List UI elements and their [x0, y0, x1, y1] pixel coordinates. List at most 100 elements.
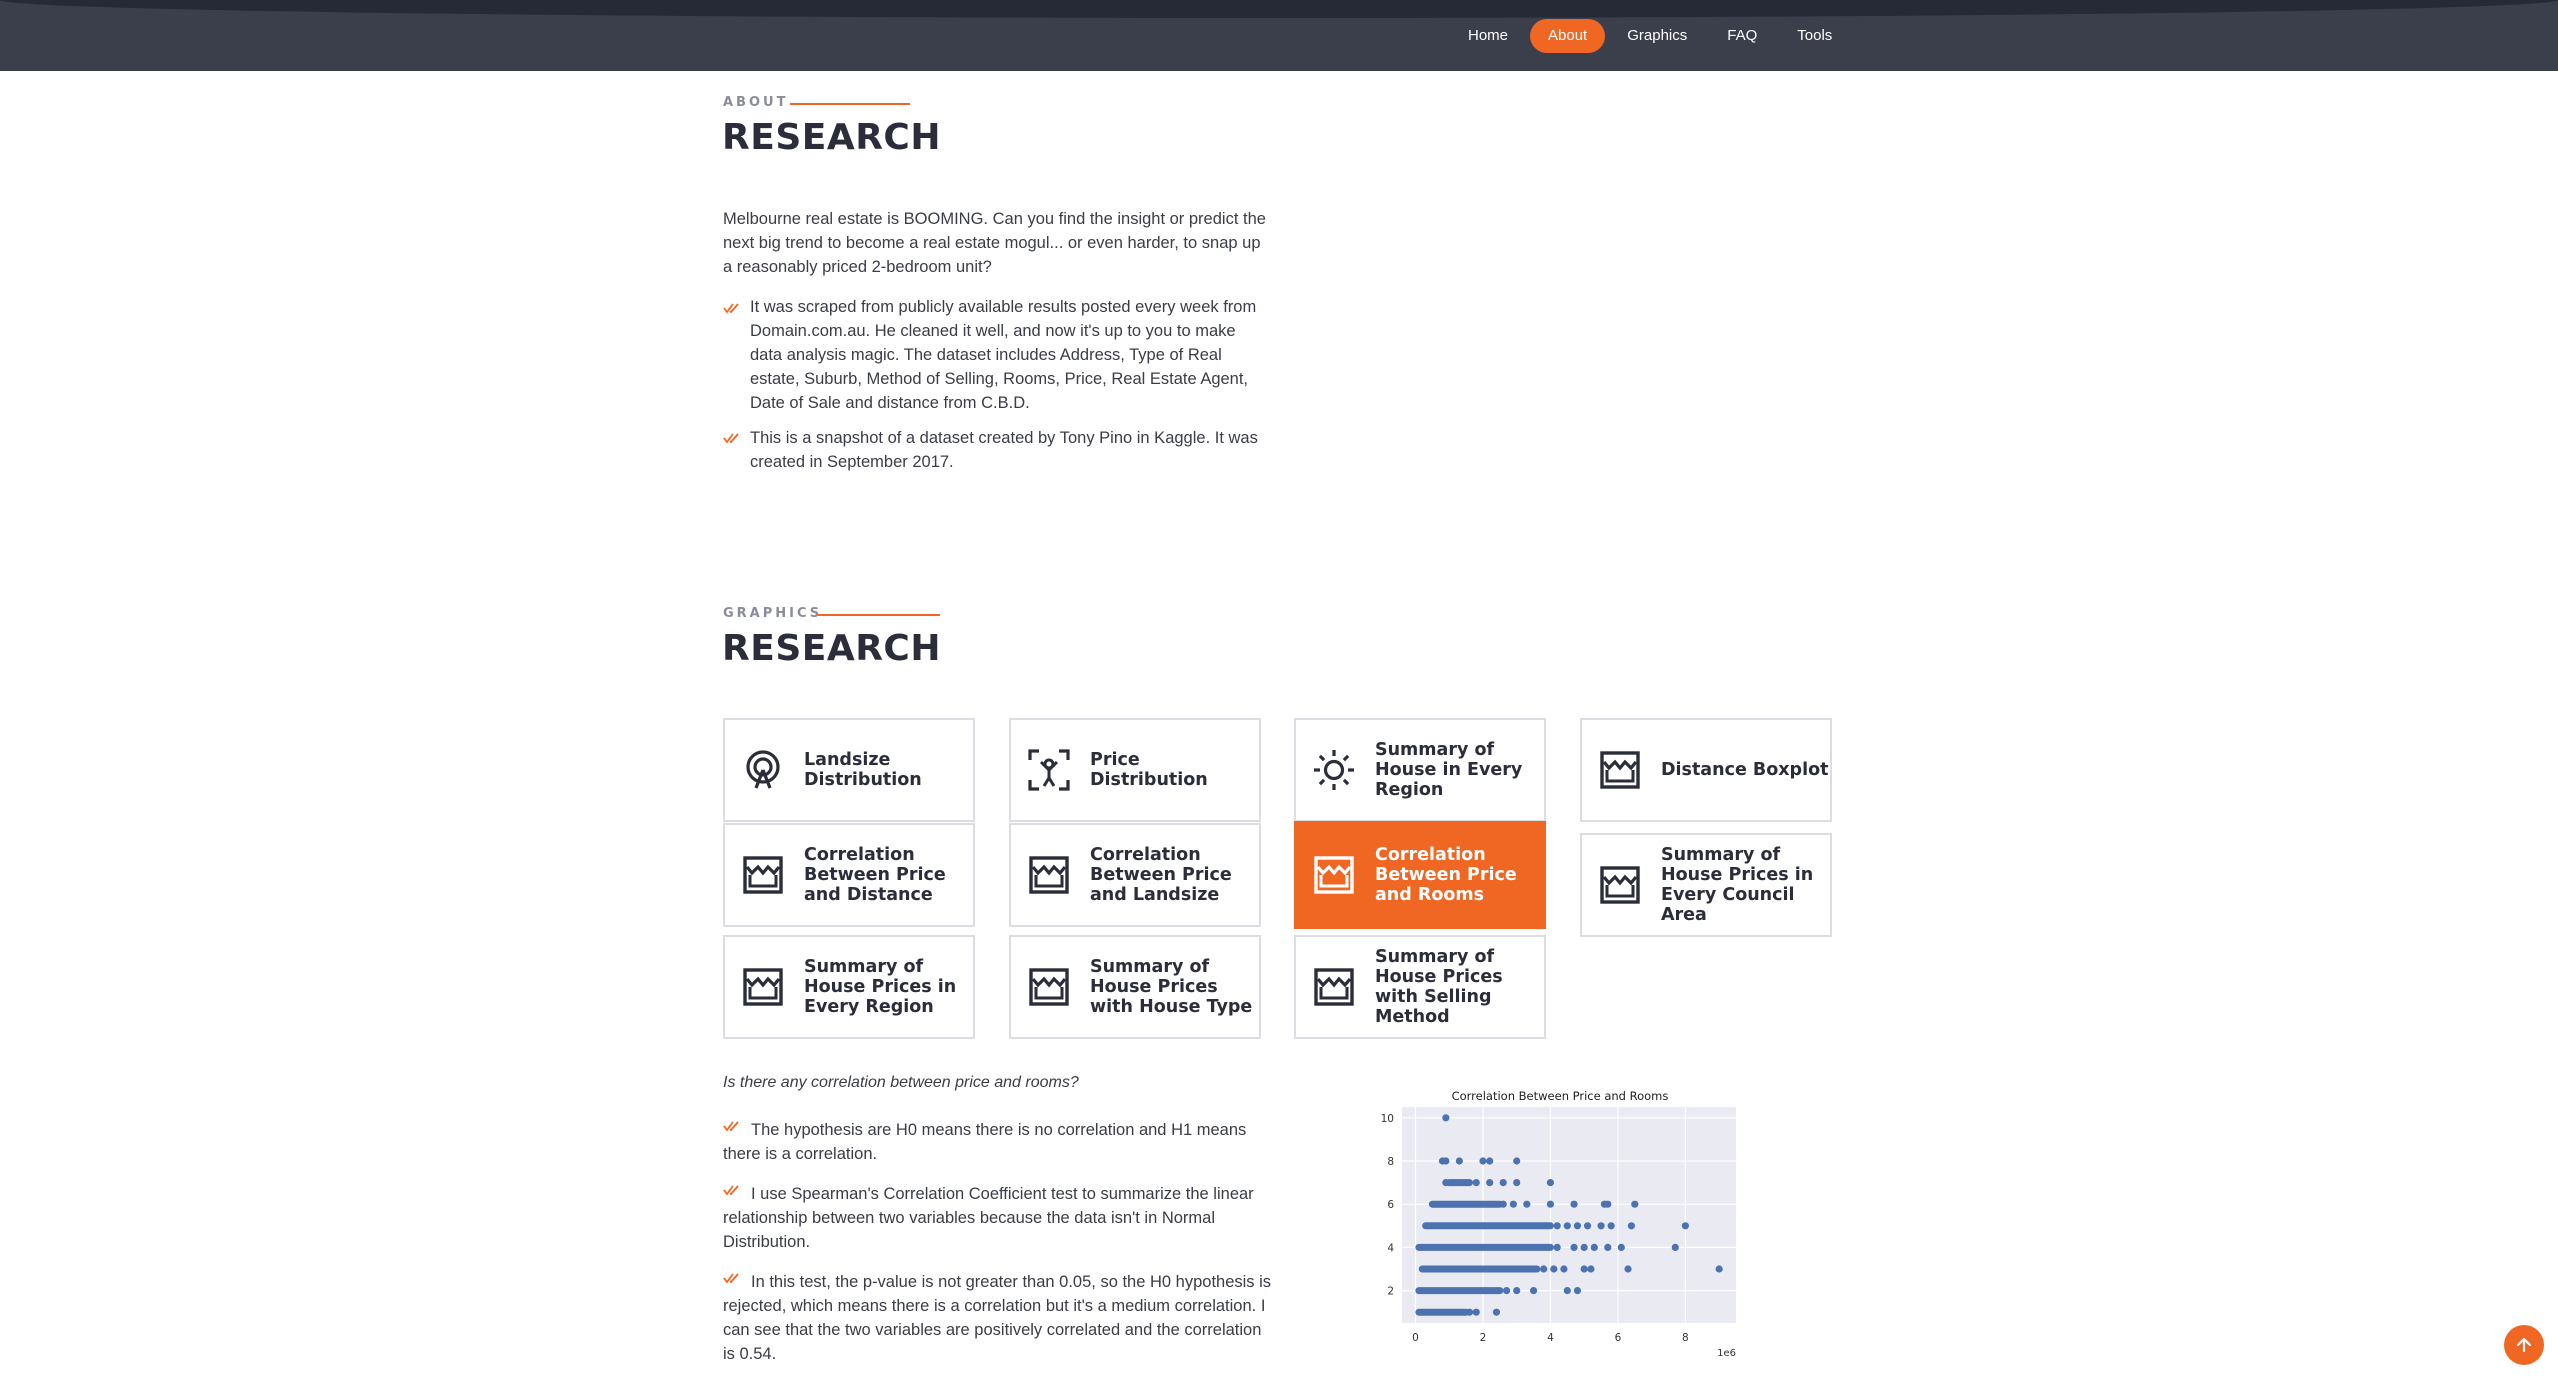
graphic-card-label: Summary of House Prices with Selling Met… — [1375, 947, 1503, 1027]
graphic-card-price-distribution[interactable]: Price Distribution — [1009, 718, 1261, 822]
graphic-card-label: Summary of House Prices in Every Council… — [1661, 845, 1814, 925]
store-icon — [741, 853, 785, 897]
graphic-card-summary-of-house-prices-with-selling-method[interactable]: Summary of House Prices with Selling Met… — [1294, 935, 1546, 1039]
x-tick-label: 0 — [1412, 1332, 1419, 1344]
graphics-eyebrow: GRAPHICS — [723, 606, 823, 621]
data-point — [1580, 1243, 1588, 1251]
analysis-point-2: I use Spearman's Correlation Coefficient… — [723, 1185, 1254, 1251]
data-point — [1509, 1200, 1517, 1208]
data-point — [1604, 1243, 1612, 1251]
about-bullet-2: This is a snapshot of a dataset created … — [750, 429, 1258, 471]
data-point — [1607, 1222, 1615, 1230]
graphic-card-correlation-between-price-and-rooms[interactable]: Correlation Between Price and Rooms — [1294, 821, 1546, 929]
data-point — [1715, 1265, 1723, 1273]
data-point — [1553, 1222, 1561, 1230]
graphic-card-label: Correlation Between Price and Distance — [804, 845, 946, 905]
graphic-card-summary-of-house-in-every-region[interactable]: Summary of House in Every Region — [1294, 718, 1546, 822]
data-point — [1455, 1157, 1463, 1165]
top-navbar: Home About Graphics FAQ Tools — [0, 0, 2558, 71]
main-nav: Home About Graphics FAQ Tools — [1450, 18, 1854, 54]
nav-item-about[interactable]: About — [1530, 19, 1606, 53]
nav-item-faq[interactable]: FAQ — [1709, 19, 1775, 53]
data-point — [1529, 1287, 1538, 1295]
about-eyebrow-line — [790, 103, 910, 105]
y-tick-label: 4 — [1387, 1242, 1394, 1254]
x-offset-label: 1e6 — [1717, 1348, 1736, 1359]
store-icon — [1598, 748, 1642, 792]
data-point — [1573, 1222, 1582, 1230]
graphic-card-correlation-between-price-and-landsize[interactable]: Correlation Between Price and Landsize — [1009, 823, 1261, 927]
graphic-card-summary-of-house-prices-with-house-type[interactable]: Summary of House Prices with House Type — [1009, 935, 1261, 1039]
data-point — [1465, 1308, 1474, 1316]
focus-person-icon — [1027, 748, 1071, 792]
graphic-card-landsize-distribution[interactable]: Landsize Distribution — [723, 718, 975, 822]
data-point — [1513, 1157, 1521, 1165]
x-tick-label: 2 — [1480, 1332, 1487, 1344]
data-point — [1583, 1222, 1592, 1230]
data-point — [1513, 1287, 1521, 1295]
store-icon — [1312, 965, 1356, 1009]
scroll-to-top-button[interactable] — [2504, 1325, 2544, 1365]
graphic-card-label: Summary of House Prices with House Type — [1090, 957, 1253, 1017]
store-icon — [741, 965, 785, 1009]
scatter-chart: Correlation Between Price and Rooms 0 2 4 6… — [1360, 1085, 1760, 1375]
data-point — [1499, 1179, 1507, 1187]
about-bullet-1: It was scraped from publicly available r… — [750, 298, 1257, 412]
double-check-icon — [723, 433, 739, 444]
data-point — [1502, 1287, 1511, 1295]
store-icon — [1312, 853, 1356, 897]
y-tick-label: 10 — [1381, 1113, 1394, 1125]
nav-item-home[interactable]: Home — [1450, 19, 1526, 53]
graphic-card-label: Distance Boxplot — [1661, 760, 1829, 780]
x-tick-label: 6 — [1615, 1332, 1622, 1344]
x-tick-label: 8 — [1682, 1332, 1689, 1344]
data-point — [1627, 1222, 1636, 1230]
nav-item-tools[interactable]: Tools — [1779, 19, 1850, 53]
graphic-card-summary-of-house-prices-in-every-council-area[interactable]: Summary of House Prices in Every Council… — [1580, 833, 1832, 937]
graphics-eyebrow-line — [818, 614, 940, 616]
graphic-card-label: Correlation Between Price and Landsize — [1090, 845, 1232, 905]
graphic-card-label: Landsize Distribution — [804, 750, 922, 790]
about-title: RESEARCH — [722, 117, 941, 158]
data-point — [1617, 1243, 1625, 1251]
data-point — [1631, 1200, 1639, 1208]
data-point — [1442, 1114, 1450, 1122]
analysis-question: Is there any correlation between price a… — [723, 1074, 1079, 1091]
data-point — [1442, 1179, 1450, 1187]
data-point — [1570, 1243, 1578, 1251]
data-point — [1580, 1265, 1588, 1273]
data-point — [1604, 1200, 1612, 1208]
data-point — [1563, 1287, 1571, 1295]
data-point — [1492, 1308, 1501, 1316]
data-point — [1681, 1222, 1689, 1230]
about-eyebrow: ABOUT — [723, 95, 789, 110]
y-tick-label: 8 — [1387, 1156, 1394, 1168]
data-point — [1479, 1157, 1487, 1165]
data-point — [1486, 1157, 1494, 1165]
chart-title: Correlation Between Price and Rooms — [1451, 1089, 1669, 1103]
data-point — [1597, 1222, 1605, 1230]
store-icon — [1027, 965, 1071, 1009]
graphic-card-summary-of-house-prices-in-every-region[interactable]: Summary of House Prices in Every Region — [723, 935, 975, 1039]
graphic-card-label: Summary of House Prices in Every Region — [804, 957, 957, 1017]
graphic-card-distance-boxplot[interactable]: Distance Boxplot — [1580, 718, 1832, 822]
chart-plot: 0 2 4 6 8 2 4 6 8 10 1e6 — [1381, 1107, 1736, 1359]
nav-item-graphics[interactable]: Graphics — [1609, 19, 1705, 53]
graphics-title: RESEARCH — [722, 628, 941, 669]
data-point — [1587, 1265, 1595, 1273]
data-point — [1573, 1287, 1582, 1295]
sun-icon — [1312, 748, 1356, 792]
graphic-card-label: Summary of House in Every Region — [1375, 740, 1523, 800]
data-point — [1546, 1179, 1555, 1187]
data-point — [1570, 1200, 1578, 1208]
data-point — [1563, 1222, 1571, 1230]
data-point — [1523, 1200, 1531, 1208]
data-point — [1590, 1243, 1598, 1251]
graphic-card-correlation-between-price-and-distance[interactable]: Correlation Between Price and Distance — [723, 823, 975, 927]
store-icon — [1598, 863, 1642, 907]
data-point — [1546, 1200, 1555, 1208]
analysis-point-3: In this test, the p-value is not greater… — [723, 1273, 1272, 1363]
data-point — [1553, 1243, 1561, 1251]
y-tick-label: 2 — [1387, 1286, 1394, 1298]
navbar-decoration — [0, 0, 2558, 18]
